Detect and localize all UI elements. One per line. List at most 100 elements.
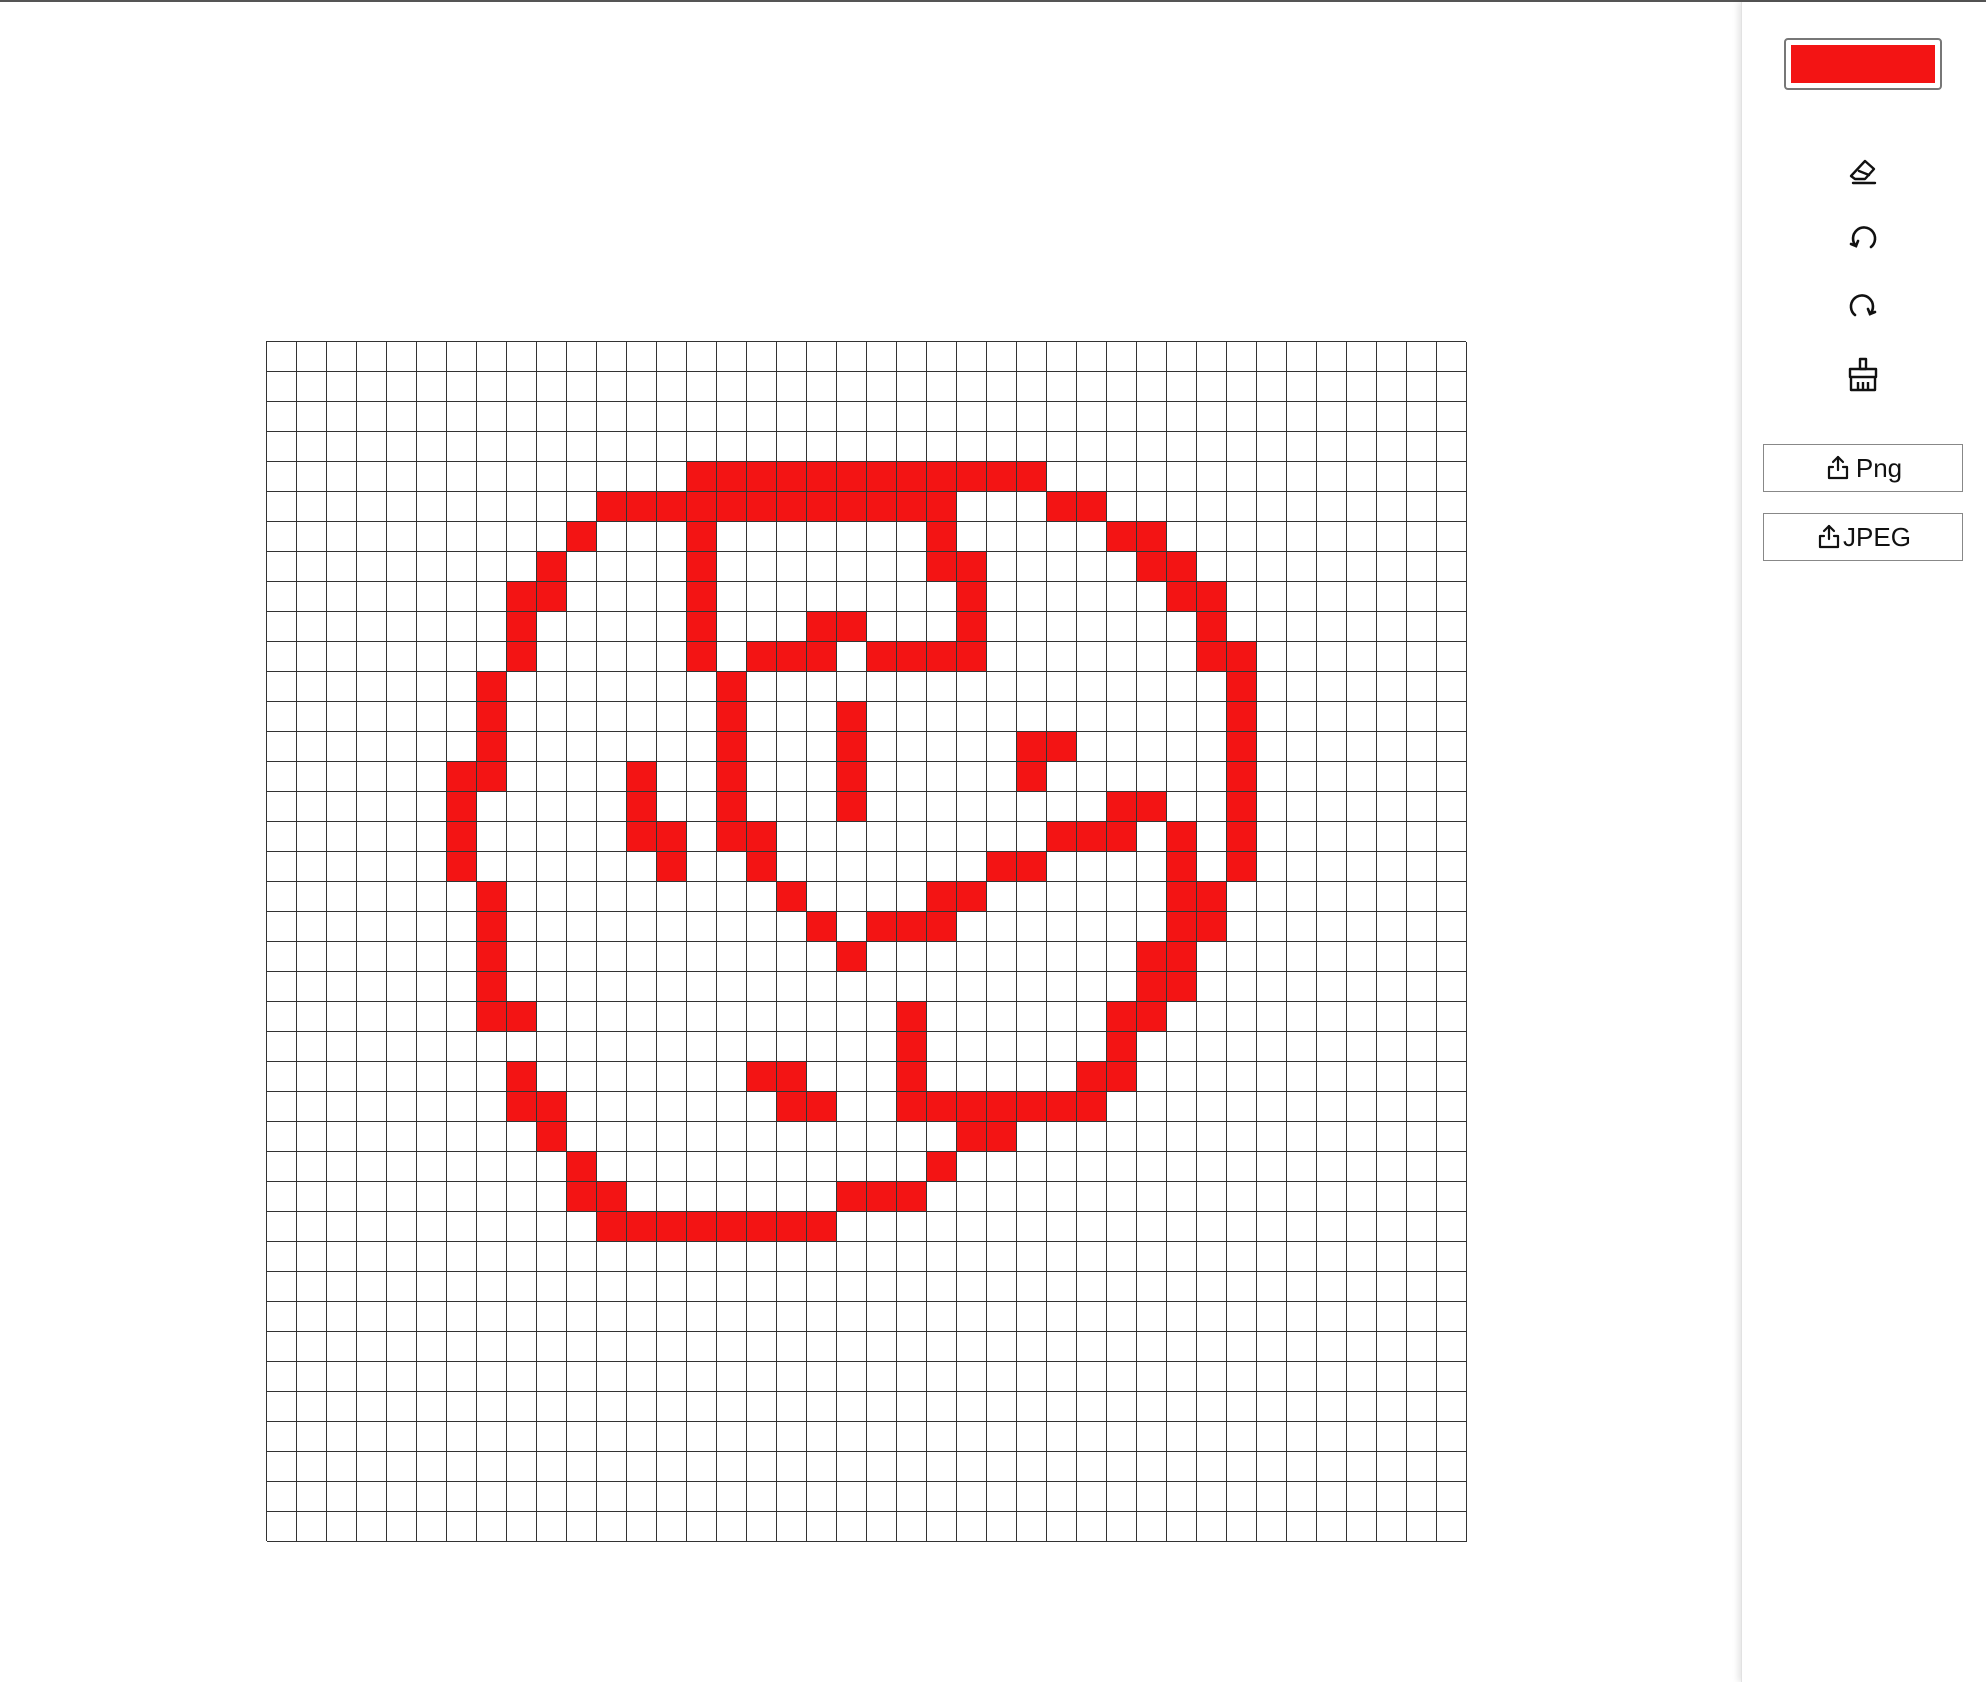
grid-cell[interactable] xyxy=(597,582,627,612)
grid-cell[interactable] xyxy=(837,732,867,762)
grid-cell[interactable] xyxy=(1257,702,1287,732)
grid-cell[interactable] xyxy=(597,1392,627,1422)
grid-cell[interactable] xyxy=(1287,582,1317,612)
grid-cell[interactable] xyxy=(927,1362,957,1392)
grid-cell[interactable] xyxy=(1017,1512,1047,1542)
grid-cell[interactable] xyxy=(837,1362,867,1392)
grid-cell[interactable] xyxy=(477,642,507,672)
grid-cell[interactable] xyxy=(1407,732,1437,762)
grid-cell[interactable] xyxy=(837,1422,867,1452)
grid-cell[interactable] xyxy=(1167,1092,1197,1122)
grid-cell[interactable] xyxy=(717,912,747,942)
grid-cell[interactable] xyxy=(387,522,417,552)
grid-cell[interactable] xyxy=(387,1452,417,1482)
grid-cell[interactable] xyxy=(1017,1242,1047,1272)
grid-cell[interactable] xyxy=(447,1452,477,1482)
grid-cell[interactable] xyxy=(627,1512,657,1542)
grid-cell[interactable] xyxy=(1047,672,1077,702)
grid-cell[interactable] xyxy=(627,1272,657,1302)
grid-cell[interactable] xyxy=(447,642,477,672)
grid-cell[interactable] xyxy=(987,582,1017,612)
grid-cell[interactable] xyxy=(267,1212,297,1242)
grid-cell[interactable] xyxy=(1137,1242,1167,1272)
grid-cell[interactable] xyxy=(627,822,657,852)
grid-cell[interactable] xyxy=(717,1212,747,1242)
grid-cell[interactable] xyxy=(357,1362,387,1392)
grid-cell[interactable] xyxy=(717,492,747,522)
grid-cell[interactable] xyxy=(1347,1422,1377,1452)
grid-cell[interactable] xyxy=(1287,432,1317,462)
grid-cell[interactable] xyxy=(477,1212,507,1242)
grid-cell[interactable] xyxy=(1257,1362,1287,1392)
grid-cell[interactable] xyxy=(387,1482,417,1512)
grid-cell[interactable] xyxy=(867,1182,897,1212)
grid-cell[interactable] xyxy=(957,1122,987,1152)
grid-cell[interactable] xyxy=(267,1152,297,1182)
grid-cell[interactable] xyxy=(597,612,627,642)
grid-cell[interactable] xyxy=(1407,1392,1437,1422)
grid-cell[interactable] xyxy=(837,672,867,702)
grid-cell[interactable] xyxy=(1137,942,1167,972)
grid-cell[interactable] xyxy=(447,672,477,702)
grid-cell[interactable] xyxy=(807,852,837,882)
grid-cell[interactable] xyxy=(1017,942,1047,972)
grid-cell[interactable] xyxy=(927,1512,957,1542)
grid-cell[interactable] xyxy=(477,372,507,402)
grid-cell[interactable] xyxy=(477,522,507,552)
grid-cell[interactable] xyxy=(1227,1122,1257,1152)
grid-cell[interactable] xyxy=(507,852,537,882)
grid-cell[interactable] xyxy=(387,1422,417,1452)
grid-cell[interactable] xyxy=(747,792,777,822)
grid-cell[interactable] xyxy=(1047,1002,1077,1032)
grid-cell[interactable] xyxy=(1137,462,1167,492)
grid-cell[interactable] xyxy=(957,672,987,702)
grid-cell[interactable] xyxy=(1017,642,1047,672)
grid-cell[interactable] xyxy=(1347,1122,1377,1152)
grid-cell[interactable] xyxy=(1347,882,1377,912)
grid-cell[interactable] xyxy=(297,762,327,792)
grid-cell[interactable] xyxy=(717,972,747,1002)
grid-cell[interactable] xyxy=(1197,552,1227,582)
grid-cell[interactable] xyxy=(987,1212,1017,1242)
grid-cell[interactable] xyxy=(297,402,327,432)
grid-cell[interactable] xyxy=(807,972,837,1002)
grid-cell[interactable] xyxy=(1167,1212,1197,1242)
grid-cell[interactable] xyxy=(387,792,417,822)
grid-cell[interactable] xyxy=(747,342,777,372)
grid-cell[interactable] xyxy=(627,1392,657,1422)
grid-cell[interactable] xyxy=(1167,582,1197,612)
grid-cell[interactable] xyxy=(1197,1212,1227,1242)
grid-cell[interactable] xyxy=(1347,942,1377,972)
grid-cell[interactable] xyxy=(477,762,507,792)
grid-cell[interactable] xyxy=(417,1332,447,1362)
grid-cell[interactable] xyxy=(957,1062,987,1092)
grid-cell[interactable] xyxy=(687,462,717,492)
grid-cell[interactable] xyxy=(747,642,777,672)
grid-cell[interactable] xyxy=(537,972,567,1002)
grid-cell[interactable] xyxy=(717,642,747,672)
grid-cell[interactable] xyxy=(687,942,717,972)
grid-cell[interactable] xyxy=(1077,1392,1107,1422)
grid-cell[interactable] xyxy=(717,612,747,642)
grid-cell[interactable] xyxy=(1317,462,1347,492)
grid-cell[interactable] xyxy=(567,1032,597,1062)
grid-cell[interactable] xyxy=(1017,492,1047,522)
grid-cell[interactable] xyxy=(657,1002,687,1032)
grid-cell[interactable] xyxy=(597,1152,627,1182)
grid-cell[interactable] xyxy=(1377,342,1407,372)
grid-cell[interactable] xyxy=(1287,1182,1317,1212)
grid-cell[interactable] xyxy=(1347,522,1377,552)
grid-cell[interactable] xyxy=(1137,882,1167,912)
grid-cell[interactable] xyxy=(867,582,897,612)
grid-cell[interactable] xyxy=(1077,342,1107,372)
grid-cell[interactable] xyxy=(1197,402,1227,432)
grid-cell[interactable] xyxy=(1407,912,1437,942)
grid-cell[interactable] xyxy=(597,942,627,972)
grid-cell[interactable] xyxy=(1077,1452,1107,1482)
grid-cell[interactable] xyxy=(807,1002,837,1032)
grid-cell[interactable] xyxy=(1107,1182,1137,1212)
grid-cell[interactable] xyxy=(867,702,897,732)
grid-cell[interactable] xyxy=(1407,822,1437,852)
grid-cell[interactable] xyxy=(777,1152,807,1182)
grid-cell[interactable] xyxy=(987,732,1017,762)
